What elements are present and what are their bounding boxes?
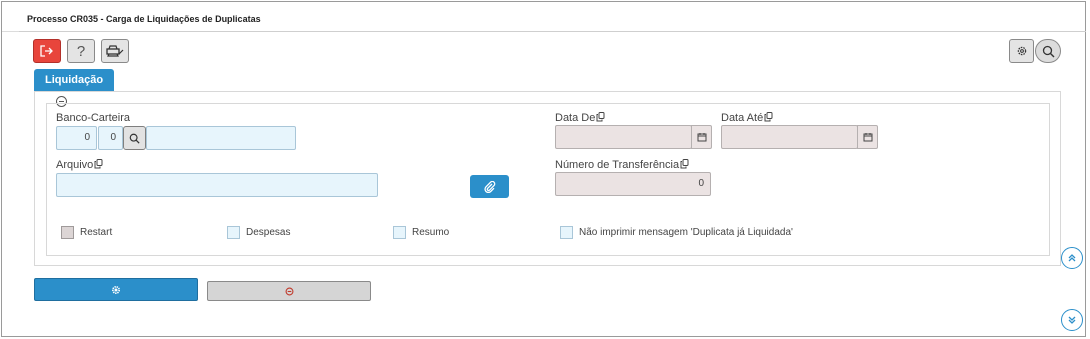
double-chevron-up-icon — [1068, 254, 1076, 262]
window-title: Processo CR035 - Carga de Liquidações de… — [27, 14, 261, 24]
data-de-input[interactable] — [555, 125, 692, 149]
print-icon — [106, 45, 124, 57]
arquivo-label: Arquivo — [56, 159, 103, 171]
gear-icon — [112, 285, 120, 294]
arquivo-input[interactable] — [56, 173, 378, 197]
numero-transferencia-text: Número de Transferência — [555, 159, 680, 171]
banco-carteira-label: Banco-Carteira — [56, 112, 130, 124]
calendar-icon — [863, 133, 872, 142]
print-button[interactable] — [101, 39, 129, 63]
data-ate-calendar-button[interactable] — [857, 125, 878, 149]
banco-descricao-field[interactable] — [146, 126, 296, 150]
search-icon — [129, 133, 140, 144]
nao-imprimir-label: Não imprimir mensagem 'Duplicata já Liqu… — [579, 227, 793, 238]
help-icon: ? — [76, 42, 86, 60]
tab-liquidacao[interactable]: Liquidação — [34, 69, 115, 91]
exit-icon — [40, 45, 53, 57]
resumo-checkbox[interactable] — [393, 226, 406, 239]
execute-button[interactable] — [34, 278, 198, 301]
restart-label: Restart — [80, 227, 113, 238]
gear-icon — [1017, 46, 1026, 56]
nao-imprimir-checkbox[interactable] — [560, 226, 573, 239]
despesas-checkbox[interactable] — [227, 226, 240, 239]
numero-transferencia-label: Número de Transferência — [555, 159, 689, 171]
search-icon — [1042, 45, 1054, 57]
double-chevron-down-icon — [1068, 316, 1076, 324]
copy-icon — [764, 112, 773, 122]
data-de-label: Data De — [555, 112, 605, 124]
attach-file-button[interactable] — [470, 175, 509, 198]
data-ate-text: Data Até — [721, 112, 764, 124]
cancel-button[interactable] — [207, 281, 371, 301]
banco-lookup-button[interactable] — [123, 126, 146, 150]
paperclip-icon — [483, 180, 495, 193]
resumo-label: Resumo — [412, 227, 450, 238]
calendar-icon — [697, 133, 706, 142]
despesas-label: Despesas — [246, 227, 291, 238]
carteira-input[interactable]: 0 — [98, 126, 123, 150]
data-ate-label: Data Até — [721, 112, 773, 124]
numero-transferencia-input[interactable]: 0 — [555, 172, 711, 196]
data-ate-input[interactable] — [721, 125, 858, 149]
settings-button[interactable] — [1009, 39, 1034, 63]
title-divider — [19, 31, 1086, 32]
arquivo-text: Arquivo — [56, 159, 94, 171]
scroll-up-button[interactable] — [1061, 247, 1083, 269]
data-de-text: Data De — [555, 112, 596, 124]
cancel-circle-icon — [285, 287, 293, 295]
exit-button[interactable] — [33, 39, 61, 63]
restart-checkbox[interactable] — [61, 226, 74, 239]
title-bar: Processo CR035 - Carga de Liquidações de… — [2, 2, 1085, 32]
data-de-calendar-button[interactable] — [691, 125, 712, 149]
copy-icon — [94, 159, 103, 169]
help-button[interactable]: ? — [67, 39, 95, 63]
scroll-down-button[interactable] — [1061, 309, 1083, 331]
search-button[interactable] — [1035, 39, 1061, 63]
banco-input[interactable]: 0 — [56, 126, 97, 150]
copy-icon — [680, 159, 689, 169]
copy-icon — [596, 112, 605, 122]
